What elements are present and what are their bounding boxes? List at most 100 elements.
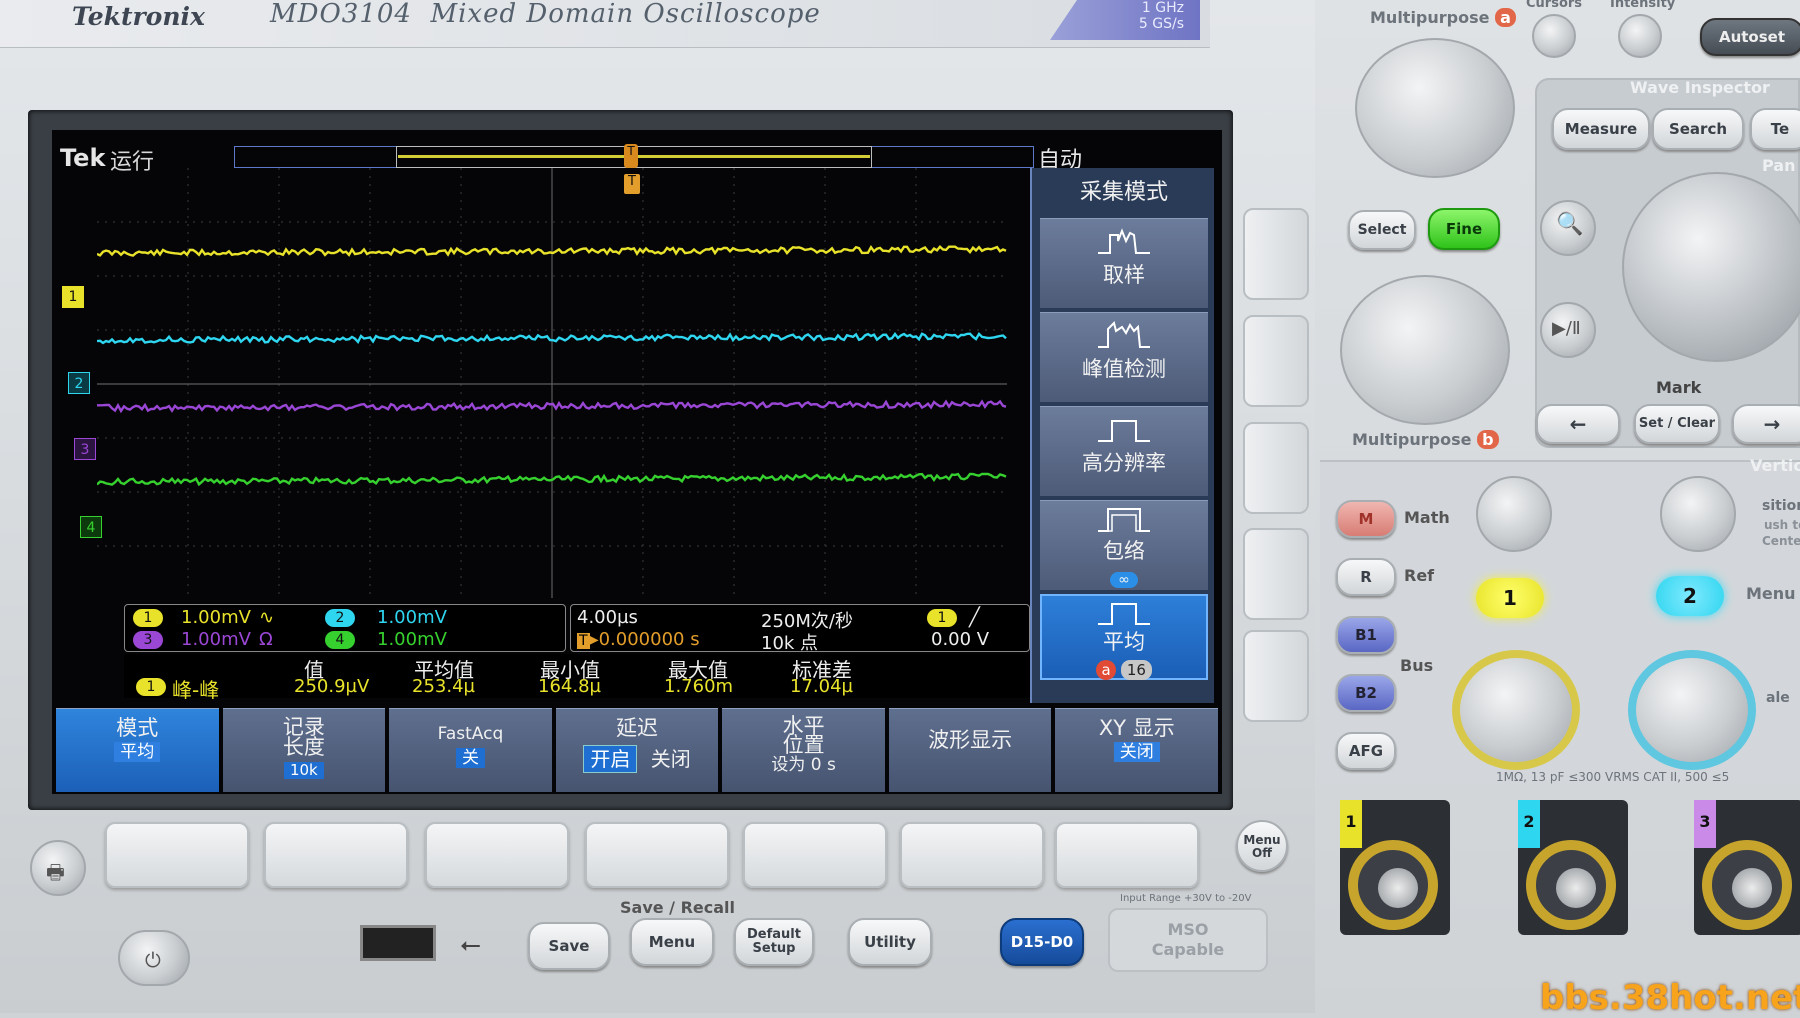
menu-off-button[interactable]: Menu Off — [1236, 820, 1288, 872]
meas-min: 164.8µ — [538, 676, 601, 697]
bottom-key-2[interactable] — [264, 822, 408, 888]
ch3-scale: 1.00mV — [181, 629, 251, 650]
side-key-5[interactable] — [1243, 630, 1309, 722]
select-button[interactable]: Select — [1348, 210, 1416, 250]
horizontal-delay: T ▸0.000000 s — [577, 629, 700, 650]
ch1-scale-knob[interactable] — [1452, 650, 1580, 770]
infinity-badge: ∞ — [1110, 572, 1138, 588]
menu-label: 模式 — [116, 716, 159, 740]
menu-label: FastAcq — [437, 724, 504, 744]
search-button[interactable]: Search — [1652, 108, 1744, 150]
ch1-position-knob[interactable] — [1476, 476, 1552, 552]
ch2-button[interactable]: 2 — [1656, 576, 1724, 616]
default-setup-button[interactable]: Default Setup — [734, 918, 814, 966]
afg-button[interactable]: AFG — [1336, 732, 1396, 770]
bottom-key-4[interactable] — [585, 822, 729, 888]
save-button[interactable]: Save — [528, 922, 610, 970]
side-key-1[interactable] — [1243, 208, 1309, 300]
input-range-label: Input Range +30V to -20V — [1120, 893, 1252, 904]
meas-value: 250.9µV — [294, 676, 370, 697]
ch1-button[interactable]: 1 — [1476, 578, 1544, 618]
multipurpose-b-knob[interactable] — [1340, 275, 1510, 425]
ch2-badge: 2 — [325, 609, 355, 627]
menu-value: 设为 0 s — [771, 755, 836, 775]
bottom-key-3[interactable] — [425, 822, 569, 888]
hi-res-wave-icon — [1098, 420, 1150, 442]
ch1-input-label: 1 — [1340, 800, 1362, 848]
ch3-termination-icon: Ω — [259, 629, 273, 650]
multipurpose-a-knob[interactable] — [1355, 38, 1515, 178]
save-menu-button[interactable]: Menu — [630, 918, 714, 966]
utility-button[interactable]: Utility — [848, 918, 932, 966]
timebase-readout-box: 4.00µs T ▸0.000000 s 250M次/秒 10k 点 1 ╱ 0.… — [570, 604, 1030, 654]
delay-on-option[interactable]: 开启 — [583, 745, 638, 773]
ch2-ground-marker: 2 — [68, 372, 90, 394]
play-pause-icon: ▶/Ⅱ — [1552, 318, 1581, 339]
side-key-2[interactable] — [1243, 315, 1309, 407]
ch2-scale: 1.00mV — [377, 607, 447, 628]
ch4-ground-marker: 4 — [80, 516, 102, 538]
side-item-average[interactable]: 平均 a 16 — [1040, 594, 1208, 680]
menu-record-length[interactable]: 记录 长度 10k — [222, 708, 386, 792]
test-button[interactable]: Te — [1750, 108, 1800, 150]
meas-stddev: 17.04µ — [790, 676, 853, 697]
fine-button[interactable]: Fine — [1428, 208, 1500, 250]
side-item-hi-res[interactable]: 高分辨率 — [1040, 406, 1208, 496]
input-spec-label: 1MΩ, 13 pF ≤300 VRMS CAT II, 500 ≤5 — [1496, 770, 1730, 784]
autoset-button[interactable]: Autoset — [1700, 18, 1800, 56]
measure-button[interactable]: Measure — [1552, 108, 1650, 150]
math-button[interactable]: M — [1336, 500, 1396, 538]
trigger-position-marker: T — [624, 144, 638, 168]
bottom-key-1[interactable] — [105, 822, 249, 888]
pan-zoom-knob[interactable] — [1622, 172, 1800, 362]
envelope-wave-icon — [1098, 508, 1150, 532]
side-item-sample[interactable]: 取样 — [1040, 218, 1208, 308]
menu-waveform-display[interactable]: 波形显示 — [888, 708, 1052, 792]
bus2-button[interactable]: B2 — [1336, 674, 1396, 712]
multipurpose-a-badge: a — [1495, 8, 1516, 27]
menu-mode[interactable]: 模式 平均 — [56, 708, 219, 792]
delay-off-option[interactable]: 关闭 — [651, 747, 691, 771]
bottom-key-6[interactable] — [900, 822, 1044, 888]
menu-delay[interactable]: 延迟 开启 关闭 — [555, 708, 719, 792]
mark-prev-button[interactable]: ← — [1536, 404, 1620, 444]
digital-channels-button[interactable]: D15-D0 — [1000, 918, 1084, 966]
horizontal-scale: 4.00µs — [577, 607, 638, 628]
side-item-envelope[interactable]: 包络 ∞ — [1040, 500, 1208, 590]
bottom-key-7[interactable] — [1055, 822, 1199, 888]
trigger-slope-icon: ╱ — [969, 607, 980, 628]
side-key-3[interactable] — [1243, 422, 1309, 514]
menu-value: 10k — [283, 762, 324, 779]
side-key-4[interactable] — [1243, 528, 1309, 620]
multipurpose-a-indicator: a — [1096, 660, 1117, 680]
ch1-ground-marker: 1 — [62, 286, 84, 308]
spec-badge: 1 GHz 5 GS/s — [1050, 0, 1200, 40]
intensity-button[interactable] — [1618, 14, 1662, 58]
meas-max: 1.760m — [664, 676, 734, 697]
waveform-graticule — [97, 168, 1007, 598]
menu-label: XY 显示 — [1098, 716, 1175, 740]
ref-button[interactable]: R — [1336, 558, 1396, 596]
menu-fastacq[interactable]: FastAcq 关 — [389, 708, 552, 792]
meas-source-badge: 1 — [136, 678, 166, 696]
printer-icon: 🖶 — [46, 860, 65, 884]
bus1-button[interactable]: B1 — [1336, 616, 1396, 654]
side-item-peak-detect[interactable]: 峰值检测 — [1040, 312, 1208, 402]
set-clear-button[interactable]: Set / Clear — [1634, 404, 1720, 444]
menu-xy-display[interactable]: XY 显示 关闭 — [1055, 708, 1219, 792]
usb-port — [360, 925, 436, 961]
ch2-scale-knob[interactable] — [1628, 650, 1756, 770]
cursors-button[interactable] — [1532, 14, 1576, 58]
side-menu-title: 采集模式 — [1079, 180, 1168, 205]
menu-label: 水平 位置 — [782, 714, 825, 757]
ch2-position-knob[interactable] — [1660, 476, 1736, 552]
meas-mean: 253.4µ — [412, 676, 475, 697]
ch1-badge: 1 — [133, 609, 163, 627]
menu-horizontal-position[interactable]: 水平 位置 设为 0 s — [722, 708, 885, 792]
wave-inspector-title: Wave Inspector — [1630, 78, 1770, 97]
ch1-coupling-icon: ∿ — [259, 607, 275, 628]
ch2-input-label: 2 — [1518, 800, 1540, 848]
watermark: bbs.38hot.net — [1540, 978, 1800, 1018]
mark-next-button[interactable]: → — [1732, 404, 1800, 444]
bottom-key-5[interactable] — [743, 822, 887, 888]
